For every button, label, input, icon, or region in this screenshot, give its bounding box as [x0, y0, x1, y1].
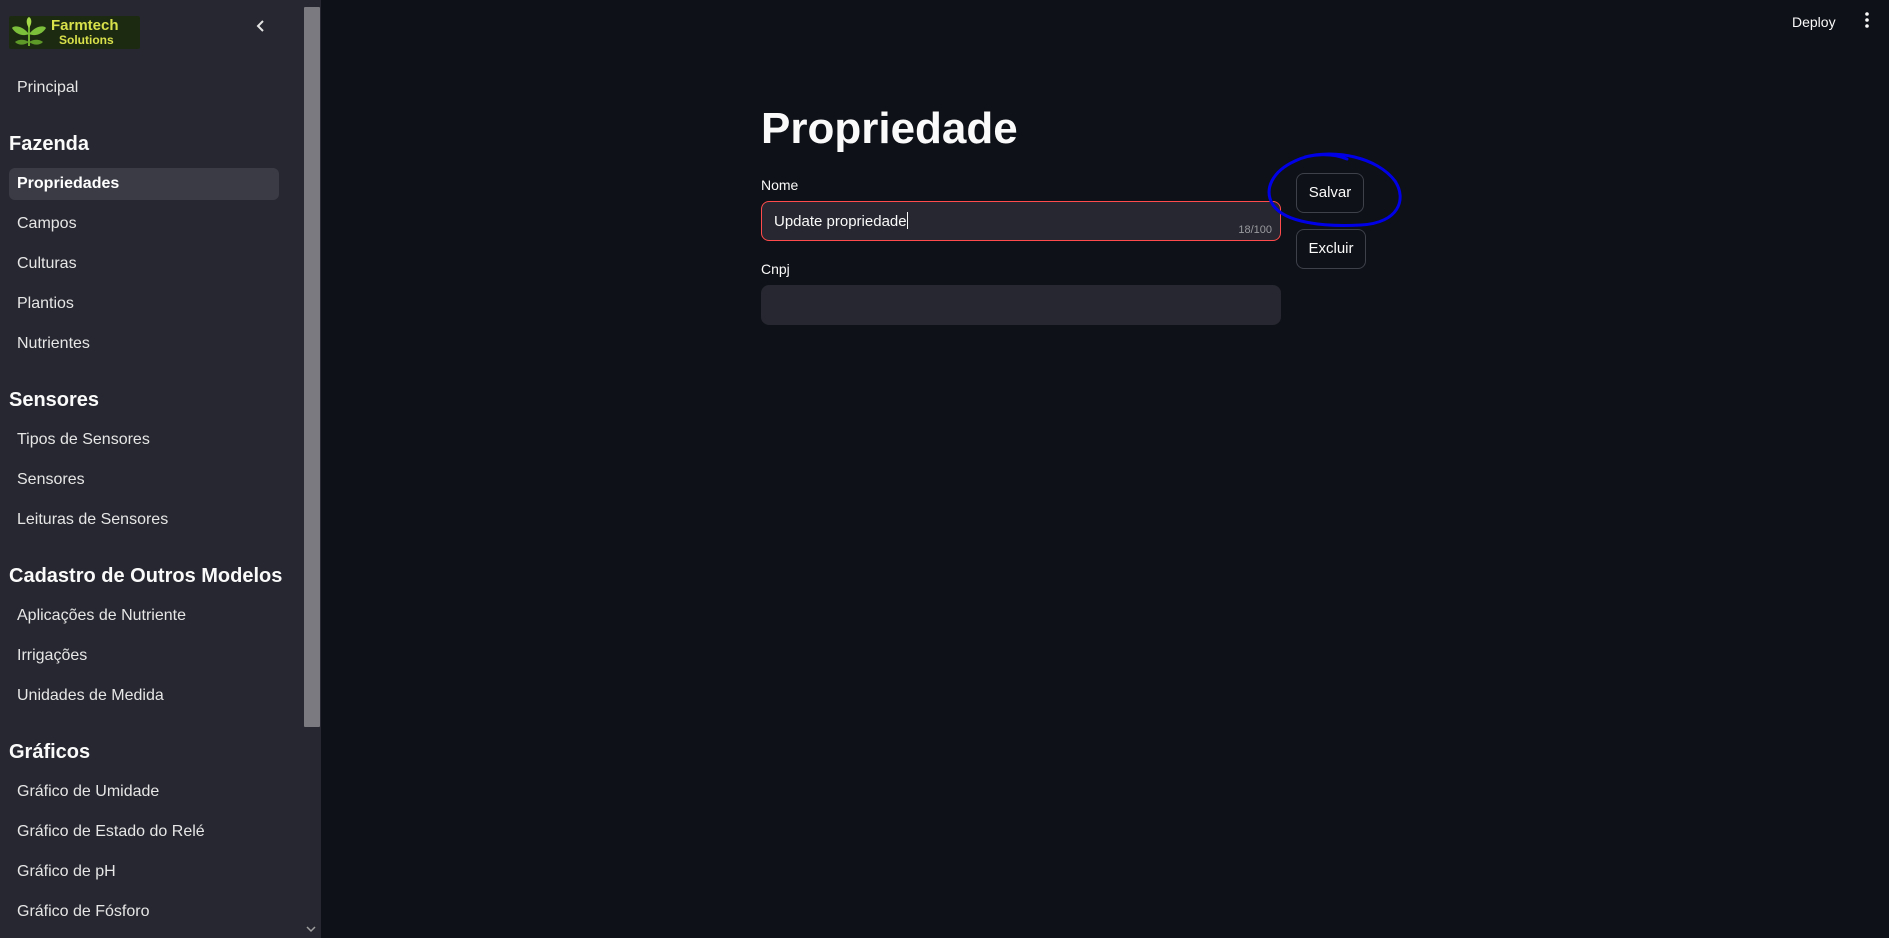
- sidebar-item-leituras-de-sensores[interactable]: Leituras de Sensores: [9, 504, 279, 536]
- main-menu-button[interactable]: [1860, 12, 1874, 34]
- sidebar-item-aplicacoes-de-nutriente[interactable]: Aplicações de Nutriente: [9, 600, 279, 632]
- nome-label: Nome: [761, 177, 799, 193]
- sidebar-item-principal[interactable]: Principal: [9, 72, 279, 104]
- sidebar-item-grafico-de-fosforo[interactable]: Gráfico de Fósforo: [9, 896, 279, 928]
- scroll-down-arrow-icon[interactable]: [306, 925, 316, 936]
- sidebar-item-grafico-estado-rele[interactable]: Gráfico de Estado do Relé: [9, 816, 279, 848]
- farmtech-logo: Farmtech Solutions: [9, 16, 140, 49]
- nome-input-value: Update propriedade: [774, 212, 908, 230]
- save-button[interactable]: Salvar: [1296, 173, 1364, 213]
- delete-button[interactable]: Excluir: [1296, 229, 1366, 269]
- sidebar-item-campos[interactable]: Campos: [9, 208, 279, 240]
- sidebar-item-nutrientes[interactable]: Nutrientes: [9, 328, 279, 360]
- sidebar-item-sensores[interactable]: Sensores: [9, 464, 279, 496]
- section-title-cadastro: Cadastro de Outros Modelos: [9, 565, 283, 587]
- sidebar-nav: Farmtech Solutions Principal Fazenda Pro…: [0, 0, 303, 938]
- sidebar-scrollbar-thumb[interactable]: [304, 7, 320, 727]
- nome-input[interactable]: Update propriedade 18/100: [761, 201, 1281, 241]
- section-title-fazenda: Fazenda: [9, 133, 90, 155]
- sidebar-item-culturas[interactable]: Culturas: [9, 248, 279, 280]
- sidebar: Farmtech Solutions Principal Fazenda Pro…: [0, 0, 321, 938]
- section-title-graficos: Gráficos: [9, 741, 91, 763]
- section-title-sensores: Sensores: [9, 389, 100, 411]
- nome-char-counter: 18/100: [1238, 224, 1272, 236]
- kebab-menu-icon: [1865, 12, 1869, 28]
- page-title: Propriedade: [761, 104, 1018, 153]
- sidebar-item-tipos-de-sensores[interactable]: Tipos de Sensores: [9, 424, 279, 456]
- leaf-logo-icon: [12, 17, 46, 47]
- sidebar-item-grafico-de-umidade[interactable]: Gráfico de Umidade: [9, 776, 279, 808]
- text-caret: [906, 212, 908, 229]
- sidebar-item-unidades-de-medida[interactable]: Unidades de Medida: [9, 680, 279, 712]
- cnpj-label: Cnpj: [761, 261, 790, 277]
- chevron-left-icon: [256, 20, 264, 32]
- collapse-sidebar-button[interactable]: [252, 17, 270, 39]
- cnpj-input[interactable]: [761, 285, 1281, 325]
- logo-text-line1: Farmtech: [51, 16, 119, 34]
- logo-text-line2: Solutions: [59, 32, 114, 47]
- sidebar-item-propriedades[interactable]: Propriedades: [9, 168, 279, 200]
- deploy-button[interactable]: Deploy: [1792, 14, 1836, 30]
- sidebar-item-grafico-de-ph[interactable]: Gráfico de pH: [9, 856, 279, 888]
- sidebar-item-irrigacoes[interactable]: Irrigações: [9, 640, 279, 672]
- sidebar-item-plantios[interactable]: Plantios: [9, 288, 279, 320]
